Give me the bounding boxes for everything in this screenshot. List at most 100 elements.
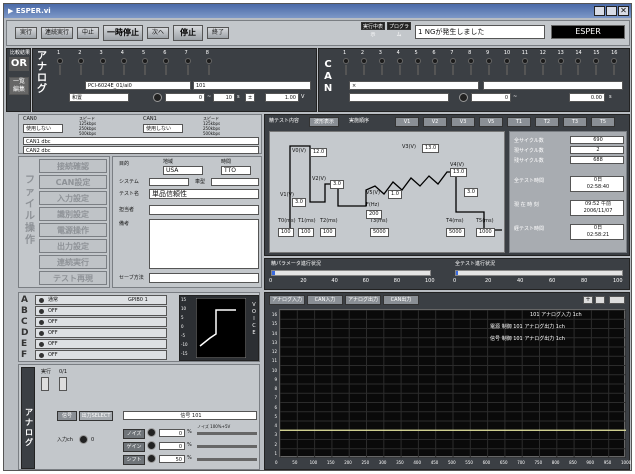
analog-range-to[interactable]: 10 (213, 93, 235, 102)
toggle-switch[interactable] (59, 377, 67, 391)
file-op-0[interactable]: 接続確認 (39, 159, 107, 173)
waveform-t2-val[interactable]: 100 (320, 228, 336, 237)
adjust-knob[interactable] (147, 441, 156, 450)
adjust-value[interactable]: 0 (159, 429, 185, 437)
chart-tab[interactable]: アナログ入力 (269, 295, 305, 305)
waveform-t5-val[interactable]: 1000 (476, 228, 495, 237)
can1-dbc-field[interactable]: CAN1 dbc (23, 137, 259, 145)
waveform-v2-val[interactable]: 3.0 (330, 180, 344, 189)
channel-row[interactable]: OFF (35, 350, 167, 360)
waveform-v1-val[interactable]: 3.0 (292, 198, 306, 207)
can-range-from[interactable]: 0 (471, 93, 511, 102)
minimize-button[interactable] (594, 6, 605, 16)
chart-tab[interactable]: アナログ出力 (345, 295, 381, 305)
test-name-field[interactable]: 単品信頼性 (149, 189, 259, 199)
param-chip[interactable]: T2 (535, 117, 559, 127)
file-op-7[interactable]: テスト再現 (39, 271, 107, 285)
can-value[interactable]: 0.00 (569, 93, 605, 102)
channel-row[interactable]: OFF (35, 339, 167, 349)
remarks-field[interactable] (149, 219, 259, 269)
adjust-slider[interactable] (197, 458, 257, 461)
save-field[interactable] (149, 273, 259, 283)
param-chip[interactable]: T5 (591, 117, 615, 127)
input-ch-knob[interactable] (79, 435, 88, 444)
file-op-1[interactable]: CAN設定 (39, 175, 107, 189)
param-chip[interactable]: T3 (563, 117, 587, 127)
exit-button[interactable]: 終了 (207, 27, 229, 39)
file-op-5[interactable]: 出力設定 (39, 239, 107, 253)
test-stats: 全サイクル数 690 現サイクル数 2 残サイクル数 688 全テスト時間 0日 02:58:… (509, 131, 627, 253)
adjust-slider[interactable] (197, 445, 257, 448)
run-switch[interactable] (41, 377, 49, 391)
pause-button[interactable]: 一時停止 (103, 25, 143, 41)
adjust-value[interactable]: 0 (159, 442, 185, 450)
close-button[interactable]: ✕ (618, 6, 629, 16)
analog-range-knob[interactable] (153, 93, 162, 102)
adjust-knob[interactable] (147, 454, 156, 463)
waveform-v0-val[interactable]: 12.0 (310, 148, 328, 157)
system-field[interactable] (149, 178, 189, 186)
param-chip[interactable]: V5 (479, 117, 503, 127)
file-op-3[interactable]: 識別設定 (39, 207, 107, 221)
stop-button[interactable]: 停止 (173, 25, 203, 41)
adjust-value[interactable]: 50 (159, 455, 185, 463)
or-button[interactable]: OR (9, 57, 29, 71)
run-continuous-button[interactable]: 連続実行 (41, 27, 73, 39)
chart-zoom-button[interactable]: + (583, 296, 593, 304)
analog-sign[interactable]: ± (245, 93, 255, 102)
adjust-knob[interactable] (147, 428, 156, 437)
car-field[interactable] (211, 178, 259, 186)
waveform-t4-val[interactable]: 5000 (446, 228, 465, 237)
list-edit-button[interactable]: 一覧 編集 (9, 77, 29, 95)
waveform-v3-val[interactable]: 13.0 (422, 144, 440, 153)
can0-speed[interactable]: スピード 125kbps 250kbps 500kbps (79, 116, 96, 136)
maximize-button[interactable] (606, 6, 617, 16)
waveform-t1-val[interactable]: 100 (298, 228, 314, 237)
analog-value[interactable]: 1.00 (265, 93, 299, 102)
waveform-v5-val[interactable]: 1.0 (388, 190, 402, 199)
can-signal-field-2[interactable] (483, 81, 623, 90)
file-op-2[interactable]: 入力設定 (39, 191, 107, 205)
chart-hand-button[interactable] (595, 296, 605, 304)
chart-tab[interactable]: CAN出力 (383, 295, 419, 305)
analog-device-field[interactable]: PCI-6024E_01/ai0 (85, 81, 191, 90)
waveform-t3-val[interactable]: 5000 (370, 228, 389, 237)
can1-mode-select[interactable]: 使用しない (143, 124, 183, 133)
channel-row[interactable]: OFF (35, 328, 167, 338)
analog-index-field[interactable]: 101 (193, 81, 311, 90)
tab-signal[interactable]: 信号 (57, 411, 77, 421)
param-chip[interactable]: V1 (395, 117, 419, 127)
can-signal-field[interactable]: × (349, 81, 479, 90)
tab-output-select[interactable]: 出力SELECT (79, 411, 113, 421)
tab-waveform[interactable]: 波形表示 (309, 117, 339, 127)
can1-speed[interactable]: スピード 125kbps 250kbps 500kbps (203, 116, 220, 136)
waveform-v4-val[interactable]: 13.0 (450, 168, 468, 177)
file-op-4[interactable]: 電源操作 (39, 223, 107, 237)
channel-row[interactable]: OFF (35, 306, 167, 316)
waveform-t0-val[interactable]: 100 (278, 228, 294, 237)
region-select[interactable]: USA (163, 166, 203, 175)
param-chip[interactable]: V3 (451, 117, 475, 127)
next-button[interactable]: 次へ (147, 27, 169, 39)
inspector-field[interactable] (149, 205, 259, 215)
run-button[interactable]: 実行 (15, 27, 37, 39)
waveform-f-val[interactable]: 200 (366, 210, 382, 219)
chart-tab[interactable]: CAN入力 (307, 295, 343, 305)
can2-dbc-field[interactable]: CAN2 dbc (23, 146, 259, 154)
file-op-6[interactable]: 連続実行 (39, 255, 107, 269)
chart-mode-button[interactable] (609, 296, 625, 304)
tab-order[interactable]: 実施順序 (349, 118, 369, 125)
can0-mode-select[interactable]: 使用しない (23, 124, 63, 133)
param-chip[interactable]: T1 (507, 117, 531, 127)
channel-row[interactable]: 通常 GPIB0 1 (35, 295, 167, 305)
adjust-slider[interactable] (197, 432, 257, 435)
analog-mode-select[interactable]: 和置 (69, 93, 129, 102)
format-select[interactable]: TTO (221, 166, 251, 175)
can-mode-select[interactable] (349, 93, 449, 102)
waveform-v5b-val[interactable]: 3.0 (464, 188, 478, 197)
param-chip[interactable]: V2 (423, 117, 447, 127)
abort-button[interactable]: 中止 (77, 27, 99, 39)
can-range-knob[interactable] (459, 93, 468, 102)
analog-range-from[interactable]: 0 (165, 93, 205, 102)
channel-row[interactable]: OFF (35, 317, 167, 327)
